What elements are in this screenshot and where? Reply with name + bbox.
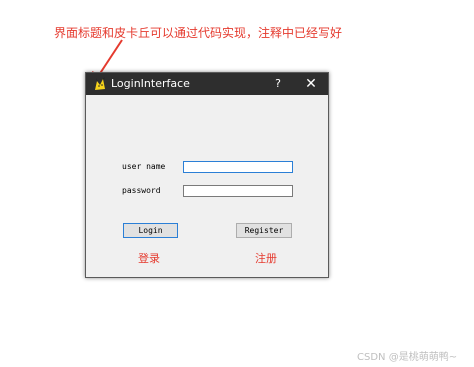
login-window: LoginInterface ? ✕ user name password Lo… (85, 72, 329, 278)
annotation-title-note: 界面标题和皮卡丘可以通过代码实现，注释中已经写好 (54, 26, 343, 40)
login-caption: 登录 (138, 252, 160, 265)
password-input[interactable] (183, 185, 293, 197)
register-button[interactable]: Register (236, 223, 292, 238)
login-button[interactable]: Login (123, 223, 178, 238)
close-button[interactable]: ✕ (296, 75, 326, 93)
user-name-input[interactable] (183, 161, 293, 173)
title-bar[interactable]: LoginInterface ? ✕ (86, 73, 328, 95)
help-button[interactable]: ? (268, 75, 288, 93)
password-label: password (122, 186, 161, 195)
window-title: LoginInterface (111, 77, 190, 90)
pikachu-icon (95, 77, 105, 90)
user-name-label: user name (122, 162, 166, 171)
watermark: CSDN @是桃萌萌鸭~ (357, 352, 458, 363)
register-caption: 注册 (255, 252, 277, 265)
